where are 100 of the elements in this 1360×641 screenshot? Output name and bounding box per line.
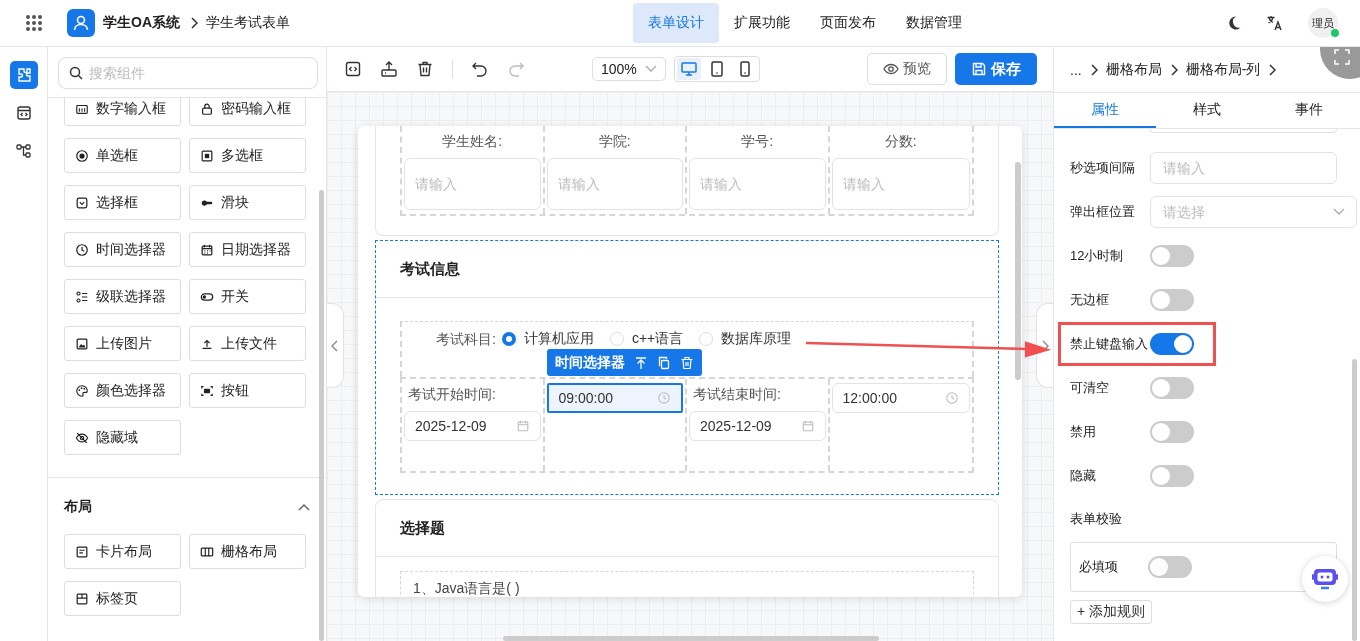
translate-icon[interactable] <box>1266 14 1284 32</box>
search-field[interactable]: 搜索组件 <box>58 57 318 89</box>
chevron-right-icon <box>1089 63 1098 76</box>
component-item[interactable]: 单选框 <box>64 138 181 173</box>
copy-icon[interactable] <box>656 355 671 370</box>
component-item[interactable]: 密码输入框 <box>189 98 306 126</box>
property-label: 秒选项间隔 <box>1070 159 1136 177</box>
clock-icon <box>945 391 959 405</box>
panel-tab[interactable]: 事件 <box>1258 93 1360 128</box>
nav-tab[interactable]: 扩展功能 <box>719 3 805 43</box>
desktop-icon[interactable] <box>677 58 701 80</box>
radio-option[interactable]: 计算机应用 <box>501 330 594 348</box>
trash-icon[interactable] <box>416 60 434 78</box>
time-field[interactable]: 12:00:00 <box>831 383 970 413</box>
eye-slash-icon <box>75 430 89 445</box>
card-icon <box>75 544 89 559</box>
property-label: 禁用 <box>1070 423 1097 441</box>
text-field[interactable]: 请输入 <box>546 158 683 210</box>
calendar-icon <box>200 242 214 257</box>
date-field[interactable]: 2025-12-09 <box>404 411 541 441</box>
nav-tab[interactable]: 表单设计 <box>633 3 719 43</box>
text-field[interactable]: 请输入 <box>1150 152 1337 184</box>
toggle-switch[interactable] <box>1150 421 1194 443</box>
save-button[interactable]: 保存 <box>955 53 1037 85</box>
radio-option[interactable]: c++语言 <box>609 330 684 348</box>
date-field[interactable]: 2025-12-09 <box>689 411 826 441</box>
code-icon[interactable] <box>344 60 362 78</box>
chat-bot-icon[interactable] <box>1302 556 1348 602</box>
component-item[interactable]: 选择框 <box>64 185 181 220</box>
move-up-icon[interactable] <box>633 355 648 370</box>
breadcrumb-item[interactable]: ... <box>1070 61 1082 78</box>
component-item[interactable]: 上传文件 <box>189 326 306 361</box>
radio-icon <box>75 148 89 163</box>
toggle-switch[interactable] <box>1150 377 1194 399</box>
chevron-right-icon <box>190 17 198 29</box>
moon-icon[interactable] <box>1226 15 1242 31</box>
undo-icon[interactable] <box>471 60 489 78</box>
text-field[interactable]: 请输入 <box>689 158 826 210</box>
component-item[interactable]: 数字输入框 <box>64 98 181 126</box>
component-item[interactable]: 上传图片 <box>64 326 181 361</box>
radio-label: 计算机应用 <box>523 330 594 348</box>
scrollbar[interactable] <box>1015 162 1021 380</box>
field-label: 考试结束时间: <box>692 385 782 404</box>
breadcrumb-item[interactable]: 栅格布局-列 <box>1185 60 1261 79</box>
chevron-down-icon <box>1333 208 1345 216</box>
toggle-switch[interactable] <box>1150 465 1194 487</box>
breadcrumb-page[interactable]: 学生考试表单 <box>206 14 290 32</box>
toggle-switch[interactable] <box>1150 289 1194 311</box>
component-item[interactable]: 滑块 <box>189 185 306 220</box>
component-item[interactable]: 多选框 <box>189 138 306 173</box>
panel-tab[interactable]: 属性 <box>1054 93 1156 128</box>
component-item[interactable]: 按钮 <box>189 373 306 408</box>
toggle-switch[interactable] <box>1150 245 1194 267</box>
component-item[interactable]: 隐藏域 <box>64 420 181 455</box>
toggle-switch[interactable] <box>1150 333 1194 355</box>
scrollbar[interactable] <box>319 190 324 641</box>
checkbox-icon <box>200 148 214 163</box>
panel-tab[interactable]: 样式 <box>1156 93 1258 128</box>
field-label: 学院: <box>597 132 632 151</box>
export-icon[interactable] <box>380 60 398 78</box>
chevron-up-icon[interactable] <box>298 503 310 511</box>
select-field[interactable]: 请选择 <box>1150 196 1357 228</box>
calendar-icon <box>800 419 815 433</box>
component-item[interactable]: 标签页 <box>64 581 181 616</box>
scrollbar[interactable] <box>1352 359 1357 641</box>
toggle-switch[interactable] <box>1148 556 1192 578</box>
tabs-icon <box>75 591 89 606</box>
text-field[interactable]: 请输入 <box>831 158 970 210</box>
nav-tab[interactable]: 页面发布 <box>805 3 891 43</box>
component-item[interactable]: 颜色选择器 <box>64 373 181 408</box>
form-section[interactable]: 考试信息 考试科目: 计算机应用 c++语言 数据库原理 考试开始时间: 2025-12-09 时间选择器 09:00:00 考试结束时间: 2025-12-09 12:00:00 <box>375 240 999 495</box>
collapse-handle[interactable] <box>327 303 344 388</box>
button-icon <box>200 383 214 398</box>
component-item[interactable]: 开关 <box>189 279 306 314</box>
component-item[interactable]: 栅格布局 <box>189 534 306 569</box>
nav-tab[interactable]: 数据管理 <box>891 3 977 43</box>
user-avatar[interactable]: 理员 <box>1308 8 1338 38</box>
component-item[interactable]: 时间选择器 <box>64 232 181 267</box>
scrollbar[interactable] <box>503 636 879 641</box>
preview-button[interactable]: 预览 <box>867 53 947 85</box>
component-name: 时间选择器 <box>554 353 625 372</box>
breadcrumb-item[interactable]: 栅格布局 <box>1105 60 1162 79</box>
component-item[interactable]: 卡片布局 <box>64 534 181 569</box>
section-title: 选择题 <box>400 518 445 538</box>
section-title: 布局 <box>64 498 92 516</box>
user-logo-icon <box>67 9 95 37</box>
dropdown-icon <box>75 195 89 210</box>
text-field[interactable]: 请输入 <box>404 158 541 210</box>
radio-option[interactable]: 数据库原理 <box>699 330 792 348</box>
chevron-right-icon <box>1268 63 1277 76</box>
app-grid-icon[interactable] <box>25 14 43 32</box>
component-item[interactable]: 级联选择器 <box>64 279 181 314</box>
radio-button[interactable] <box>501 332 516 346</box>
list-icon <box>75 289 89 304</box>
add-rule-button[interactable]: + 添加规则 <box>1070 600 1153 624</box>
save-icon <box>971 61 987 77</box>
time-field[interactable]: 09:00:00 <box>546 383 683 413</box>
zoom-select[interactable]: 100% <box>592 57 666 81</box>
component-item[interactable]: 日期选择器 <box>189 232 306 267</box>
puzzle-icon[interactable] <box>9 61 38 89</box>
